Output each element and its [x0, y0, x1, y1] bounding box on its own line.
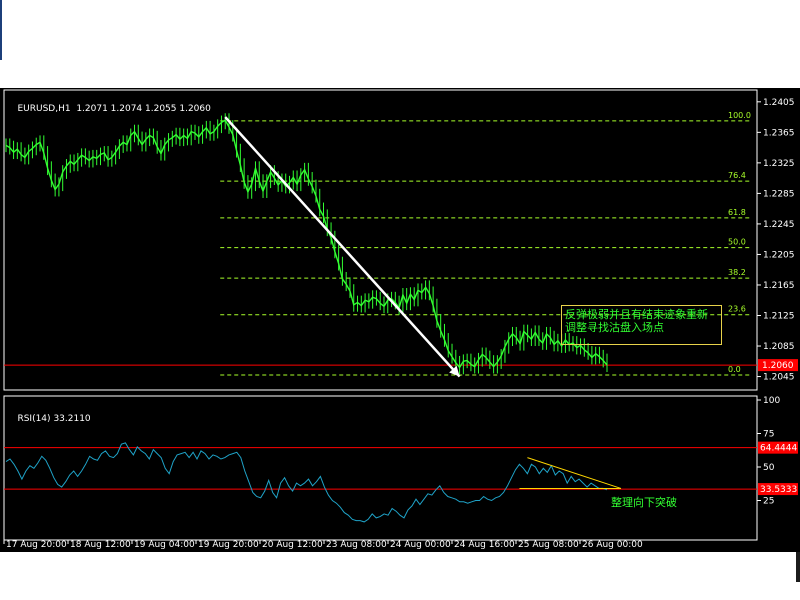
price-axis-label: 1.2325 [763, 159, 795, 169]
fib-level-label: 50.0 [728, 238, 746, 247]
time-axis-label: 19 Aug 20:00 [198, 540, 259, 550]
rsi-axis-label: 75 [763, 430, 774, 440]
rsi-value: 33.2110 [53, 414, 91, 424]
price-axis-label: 1.2285 [763, 189, 795, 199]
rsi-triangle-upper-line [527, 457, 622, 489]
rsi-axis-label: 100 [763, 396, 780, 406]
price-axis-label: 1.2125 [763, 312, 795, 322]
trend-arrow-shaft [224, 116, 461, 378]
fib-level-label: 0.0 [728, 365, 741, 374]
price-axis-label: 1.2165 [763, 281, 795, 291]
window-bottom-area [0, 552, 800, 600]
analysis-note-line-2: 调整寻找沽盘入场点 [565, 321, 664, 334]
ohlc-values: 1.2071 1.2074 1.2055 1.2060 [76, 104, 211, 114]
window-edge [0, 0, 2, 60]
price-panel-border [3, 89, 758, 391]
time-axis-label: 26 Aug 00:00 [582, 540, 643, 550]
rsi-header: RSI(14) 33.2110 [6, 404, 91, 434]
fib-level-label: 38.2 [728, 268, 746, 277]
time-axis-label: 18 Aug 12:00 [70, 540, 131, 550]
analysis-note: 反弹极弱并且有结束迹象重新 调整寻找沽盘入场点 [561, 305, 722, 345]
price-axis-label: 1.2085 [763, 342, 795, 352]
time-axis-label: 19 Aug 04:00 [134, 540, 195, 550]
fib-level-label: 76.4 [728, 171, 746, 180]
time-axis-label: 17 Aug 20:00 [6, 540, 67, 550]
price-series-line [5, 119, 608, 369]
time-axis-label: 25 Aug 08:00 [518, 540, 579, 550]
price-axis-label: 1.2045 [763, 373, 795, 383]
analysis-note-line-1: 反弹极弱并且有结束迹象重新 [565, 308, 708, 321]
fib-level-label: 100.0 [728, 111, 751, 120]
time-axis-label: 24 Aug 00:00 [390, 540, 451, 550]
rsi-label: RSI(14) [17, 414, 51, 424]
rsi-axis-label: 50 [763, 463, 775, 473]
rsi-breakdown-note: 整理向下突破 [611, 496, 677, 509]
chart-window[interactable]: 1.2405 1.2365 1.2325 1.2285 1.2245 1.2205 1.21… [0, 88, 800, 552]
time-axis-label: 23 Aug 08:00 [326, 540, 387, 550]
symbol-label: EURUSD,H1 [17, 104, 71, 114]
price-chart-header: EURUSD,H1 1.2071 1.2074 1.2055 1.2060 [6, 94, 211, 124]
rsi-level-label: 64.4444 [760, 444, 797, 454]
rsi-series-line [5, 442, 608, 523]
time-axis-label: 24 Aug 16:00 [454, 540, 515, 550]
rsi-panel-border [3, 395, 758, 541]
fib-level-label: 23.6 [728, 305, 746, 314]
scrollbar-edge [796, 552, 800, 582]
window-top-area [0, 0, 800, 88]
price-axis-label: 1.2365 [763, 128, 795, 138]
time-axis-label: 20 Aug 12:00 [262, 540, 323, 550]
price-axis-label: 1.2205 [763, 250, 795, 260]
current-price-label: 1.2060 [762, 361, 794, 371]
price-axis-label: 1.2405 [763, 98, 795, 108]
rsi-level-label: 33.5333 [760, 485, 797, 495]
rsi-axis-label: 25 [763, 497, 774, 507]
fib-level-label: 61.8 [728, 208, 746, 217]
price-axis-label: 1.2245 [763, 220, 795, 230]
